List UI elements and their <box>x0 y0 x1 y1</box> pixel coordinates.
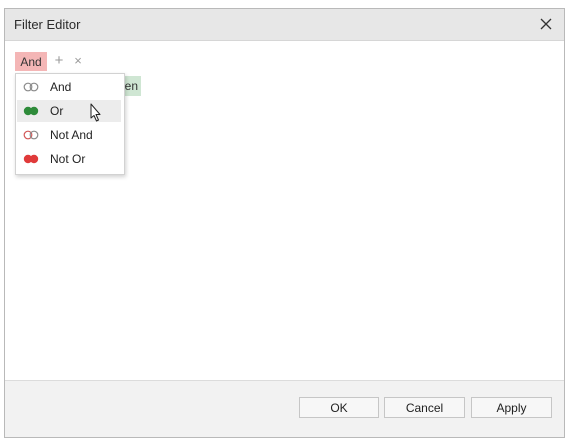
and-operator-icon <box>23 82 39 92</box>
add-condition-button[interactable]: + <box>53 51 65 71</box>
dialog-footer: OK Cancel Apply <box>5 380 564 437</box>
ok-button[interactable]: OK <box>299 397 379 418</box>
remove-group-button[interactable]: × <box>72 51 84 71</box>
filter-editor-window: Filter Editor And + × en And Or Not And … <box>4 8 565 438</box>
menu-item-not-or[interactable]: Not Or <box>17 148 121 170</box>
apply-button[interactable]: Apply <box>471 397 552 418</box>
menu-item-label: Not Or <box>50 152 86 166</box>
window-title: Filter Editor <box>14 17 81 32</box>
menu-item-label: Or <box>50 104 64 118</box>
menu-item-or[interactable]: Or <box>17 100 121 122</box>
menu-item-and[interactable]: And <box>17 76 121 98</box>
menu-item-label: And <box>50 80 72 94</box>
title-bar: Filter Editor <box>5 9 564 41</box>
close-icon <box>540 18 552 30</box>
x-icon: × <box>74 53 82 68</box>
filter-editor-canvas: And + × en And Or Not And Not Or <box>5 41 564 382</box>
group-operator-button[interactable]: And <box>15 52 47 71</box>
not-or-operator-icon <box>23 154 39 164</box>
group-operator-menu: And Or Not And Not Or <box>15 73 125 175</box>
not-and-operator-icon <box>23 130 39 140</box>
cancel-button[interactable]: Cancel <box>384 397 465 418</box>
condition-chip-text: en <box>124 79 138 93</box>
menu-item-not-and[interactable]: Not And <box>17 124 121 146</box>
or-operator-icon <box>23 106 39 116</box>
menu-item-label: Not And <box>50 128 93 142</box>
close-button[interactable] <box>534 13 558 35</box>
plus-icon: + <box>54 52 64 69</box>
mouse-cursor-icon <box>90 103 101 122</box>
